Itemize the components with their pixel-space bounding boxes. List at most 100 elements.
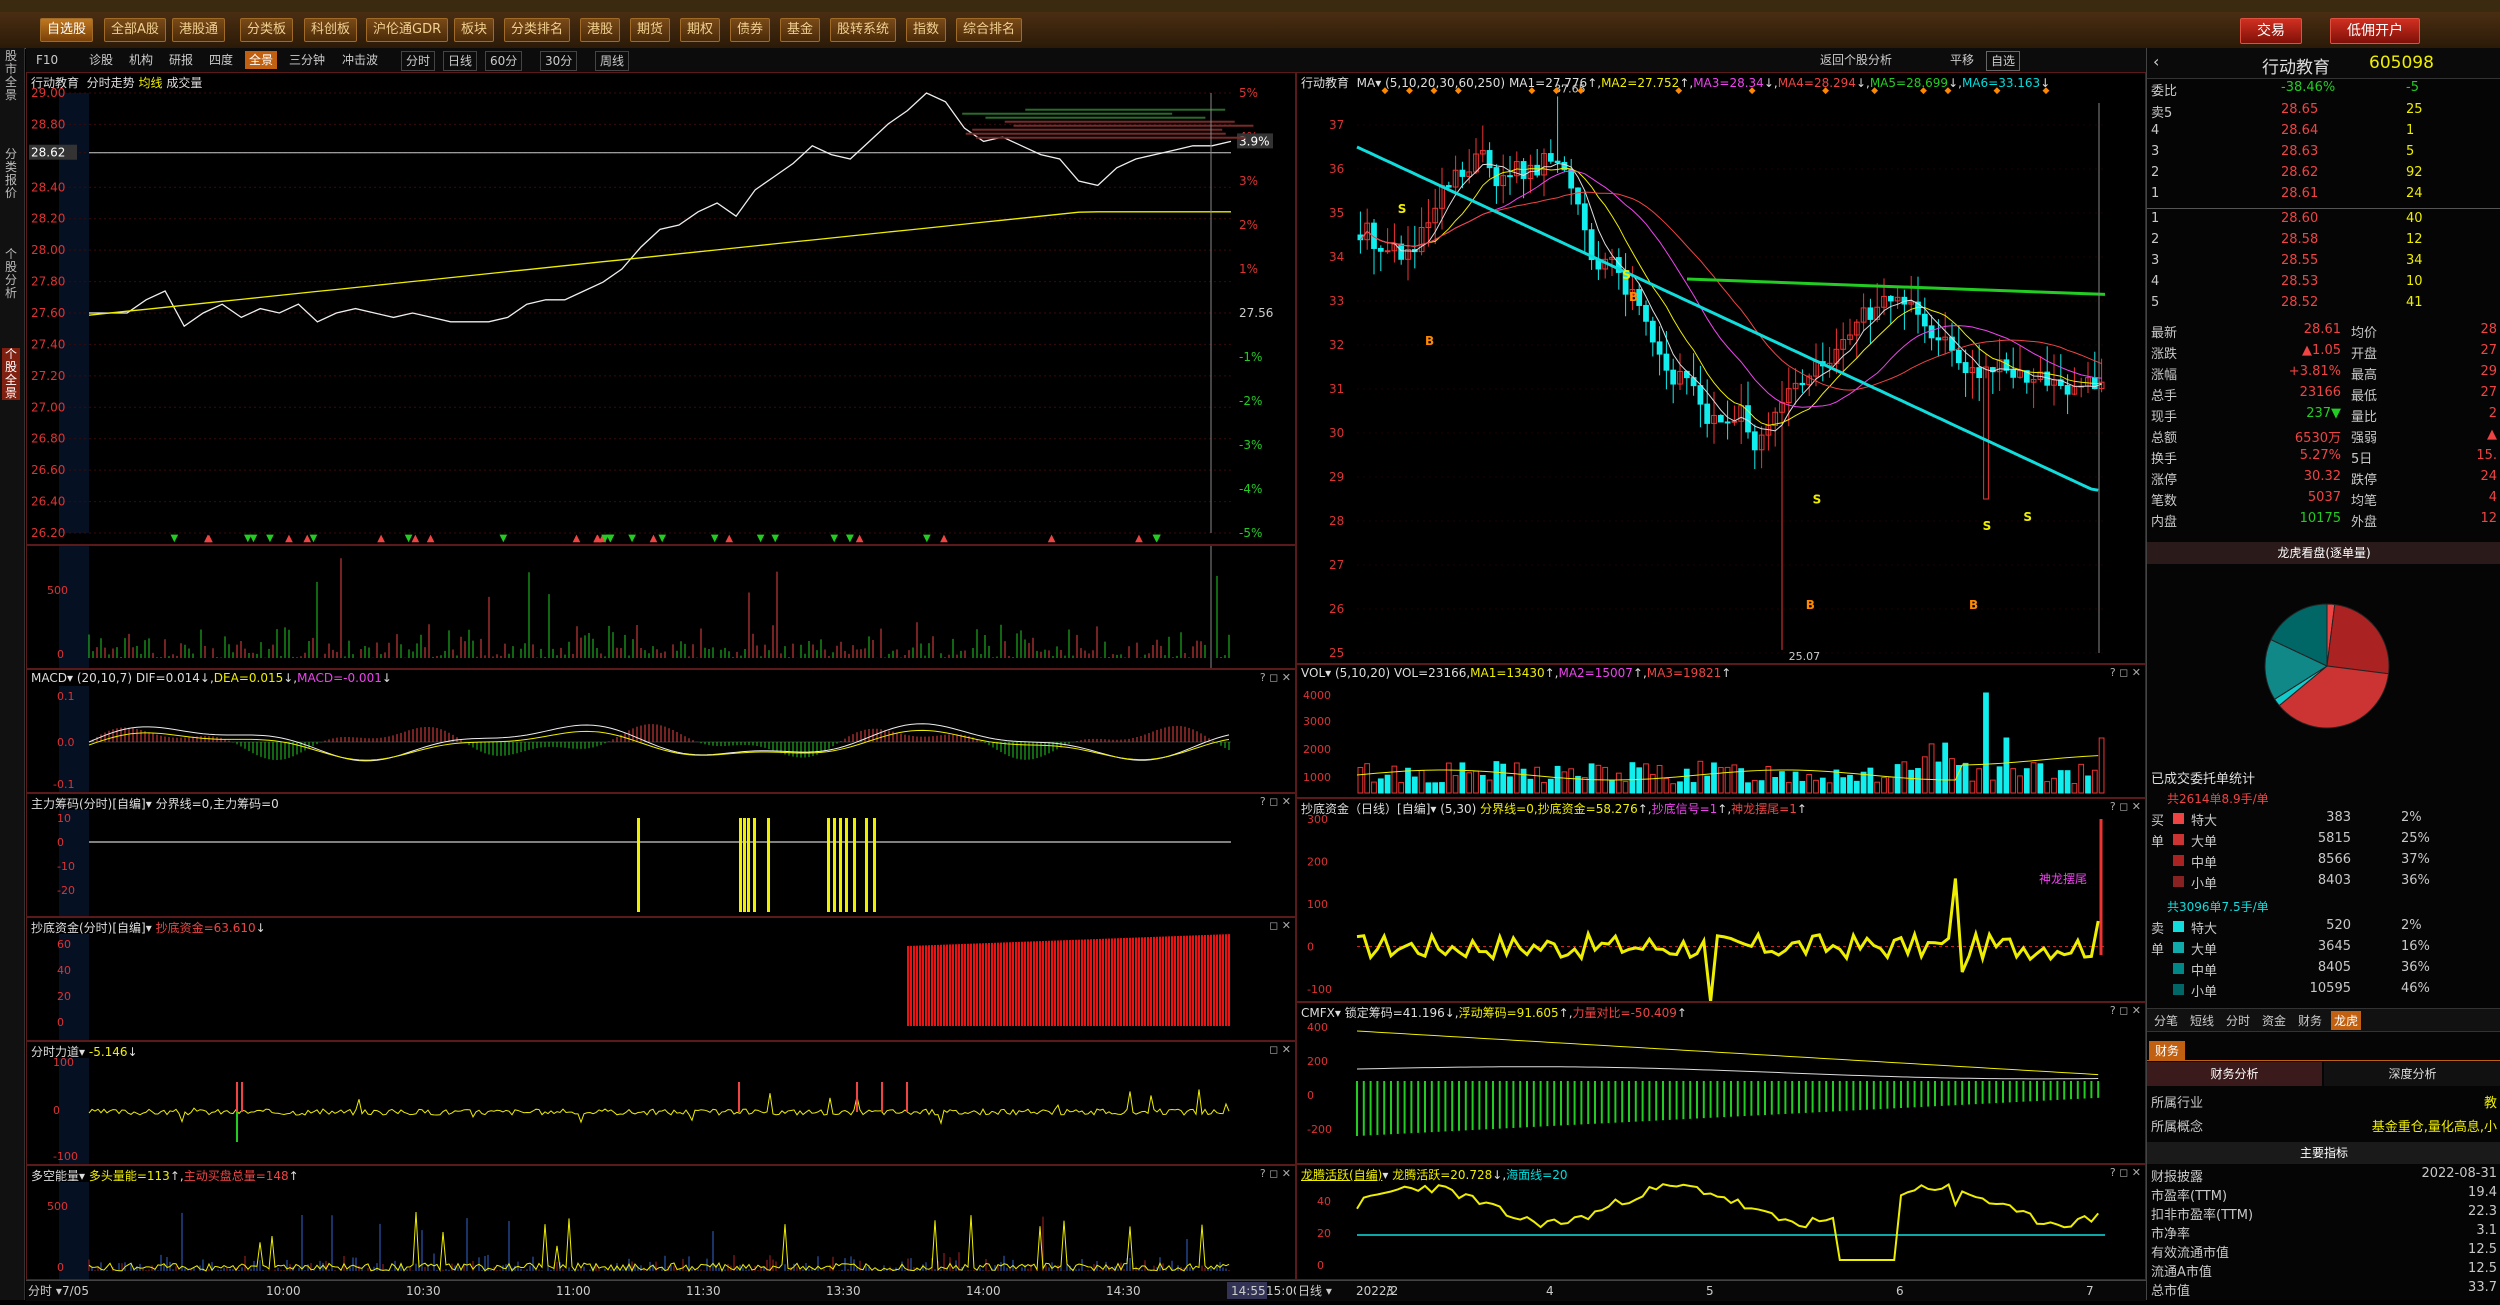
- bfi-bar: [973, 944, 975, 1026]
- kvol-tick: 1000: [1303, 771, 1331, 784]
- subbar-tab-1[interactable]: 诊股: [85, 51, 117, 69]
- kvol-bar: [1467, 773, 1472, 793]
- period-tab-0[interactable]: 分时: [401, 51, 435, 71]
- quote-tab-0[interactable]: 分笔: [2151, 1011, 2181, 1030]
- ask-volume: 25: [2406, 102, 2423, 117]
- subbar-tab-4[interactable]: 四度: [205, 51, 237, 69]
- sell-volume: 3645: [2291, 939, 2351, 954]
- period-tab-2[interactable]: 60分: [485, 51, 522, 71]
- kvol-bar: [1514, 763, 1519, 793]
- event-marker: ◆: [1993, 86, 2000, 96]
- subbar-tab-3[interactable]: 研报: [165, 51, 197, 69]
- kvol-tick: 3000: [1303, 715, 1331, 728]
- date-label: 5: [1706, 1284, 1714, 1298]
- buy-type: 大单: [2191, 831, 2217, 850]
- bid-level: 2: [2151, 232, 2159, 247]
- subbar-tab-2[interactable]: 机构: [125, 51, 157, 69]
- toolbar-tab-8[interactable]: 港股: [580, 18, 620, 42]
- cmfx-tick: 0: [1307, 1089, 1314, 1102]
- kvol-bar: [1984, 693, 1989, 793]
- buy-summary: 共2614单8.9手/单: [2167, 790, 2269, 807]
- quote-tab-1[interactable]: 短线: [2187, 1011, 2217, 1030]
- kvol-bar: [1487, 780, 1492, 793]
- kvol-bar: [1453, 776, 1458, 793]
- sell-signal: S: [1398, 202, 1407, 216]
- toolbar-tab-12[interactable]: 基金: [780, 18, 820, 42]
- subbar-tab-7[interactable]: 冲击波: [338, 51, 382, 69]
- sidebar-item-market[interactable]: 股市全景: [2, 50, 20, 102]
- trade-marker: ▲: [1135, 533, 1143, 544]
- stat-label: 涨跌: [2151, 343, 2177, 362]
- sidebar-item-category[interactable]: 分类报价: [2, 148, 20, 200]
- kline-toolbar: 返回个股分析 平移 自选: [1296, 48, 2146, 73]
- bid-row: 1 28.60 40: [2151, 211, 2497, 232]
- stat-value: 27: [2480, 385, 2497, 400]
- toolbar-tab-11[interactable]: 债券: [730, 18, 770, 42]
- kvol-bar: [1637, 768, 1642, 793]
- bfi-bar: [1141, 937, 1143, 1026]
- kvol-bar: [1759, 781, 1764, 793]
- period-tab-4[interactable]: 周线: [595, 51, 629, 71]
- stat-value: ▲: [2487, 427, 2497, 442]
- period-tab-3[interactable]: 30分: [540, 51, 577, 71]
- bid-level: 1: [2151, 211, 2159, 226]
- kvol-bar: [1664, 778, 1669, 793]
- quote-tab-2[interactable]: 分时: [2223, 1011, 2253, 1030]
- kvol-bar: [1406, 768, 1411, 793]
- stat-label: 最低: [2351, 385, 2377, 404]
- kvol-bar: [1616, 773, 1621, 793]
- bfi-bar: [997, 943, 999, 1026]
- quote-tab-4[interactable]: 财务: [2295, 1011, 2325, 1030]
- k-body: [1929, 326, 1934, 338]
- bfi-bar: [1108, 939, 1110, 1026]
- webi-diff: -5: [2406, 80, 2419, 95]
- sidebar-item-stock-overview[interactable]: 个股全景: [2, 348, 20, 400]
- subbar-tab-6[interactable]: 三分钟: [285, 51, 329, 69]
- toolbar-tab-15[interactable]: 综合排名: [956, 18, 1022, 42]
- toolbar-tab-7[interactable]: 分类排名: [504, 18, 570, 42]
- bfi-bar: [1138, 937, 1140, 1026]
- sidebar-item-stock[interactable]: 个股分析: [2, 248, 20, 300]
- toolbar-tab-2[interactable]: 港股通: [172, 18, 225, 42]
- toolbar-tab-13[interactable]: 股转系统: [830, 18, 896, 42]
- toolbar-tab-5[interactable]: 沪伦通GDR: [366, 18, 448, 42]
- k-body: [1950, 337, 1955, 350]
- back-stock-analysis[interactable]: 返回个股分析: [1816, 51, 1896, 69]
- sell-volume: 10595: [2291, 981, 2351, 996]
- kvol-bar: [1943, 743, 1948, 793]
- k-body: [1657, 342, 1662, 354]
- main-toolbar: 自选股 全部A股 港股通 分类板 科创板 沪伦通GDR 板块 分类排名 港股 期货 期权 债券 基金 股转…: [0, 12, 2500, 49]
- k-body: [2011, 370, 2016, 377]
- kvol-bar: [1929, 744, 1934, 793]
- bfi-bar: [1081, 940, 1083, 1026]
- toolbar-tab-3[interactable]: 分类板: [240, 18, 293, 42]
- period-tab-1[interactable]: 日线: [443, 51, 477, 71]
- toolbar-tab-6[interactable]: 板块: [454, 18, 494, 42]
- toolbar-tab-9[interactable]: 期货: [630, 18, 670, 42]
- trade-marker: ▼: [923, 533, 931, 544]
- kvol-bar: [2018, 776, 2023, 793]
- bfi-bar: [1183, 936, 1185, 1026]
- watchlist-dropdown[interactable]: 自选: [1986, 51, 2020, 71]
- bb-tick: 500: [47, 1200, 68, 1213]
- toolbar-tab-4[interactable]: 科创板: [304, 18, 357, 42]
- toolbar-tab-1[interactable]: 全部A股: [104, 18, 166, 42]
- bfi-bar: [1105, 939, 1107, 1026]
- finance-tab[interactable]: 财务: [2149, 1041, 2185, 1060]
- quote-tab-5[interactable]: 龙虎: [2331, 1011, 2361, 1030]
- bfi-bar: [1117, 938, 1119, 1026]
- pan-button[interactable]: 平移: [1946, 51, 1978, 69]
- toolbar-tab-0[interactable]: 自选股: [40, 18, 93, 42]
- toolbar-tab-10[interactable]: 期权: [680, 18, 720, 42]
- back-icon[interactable]: ‹: [2153, 52, 2159, 71]
- stat-label: 外盘: [2351, 511, 2377, 530]
- k-body: [1868, 308, 1873, 319]
- quote-tab-3[interactable]: 资金: [2259, 1011, 2289, 1030]
- subbar-tab-5[interactable]: 全景: [245, 51, 277, 69]
- toolbar-tab-14[interactable]: 指数: [906, 18, 946, 42]
- finance-analysis-tab[interactable]: 财务分析: [2147, 1062, 2322, 1086]
- deep-analysis-tab[interactable]: 深度分析: [2324, 1062, 2500, 1086]
- trade-button[interactable]: 交易: [2240, 18, 2302, 44]
- open-account-button[interactable]: 低佣开户: [2330, 18, 2420, 44]
- subbar-tab-0[interactable]: F10: [32, 51, 62, 69]
